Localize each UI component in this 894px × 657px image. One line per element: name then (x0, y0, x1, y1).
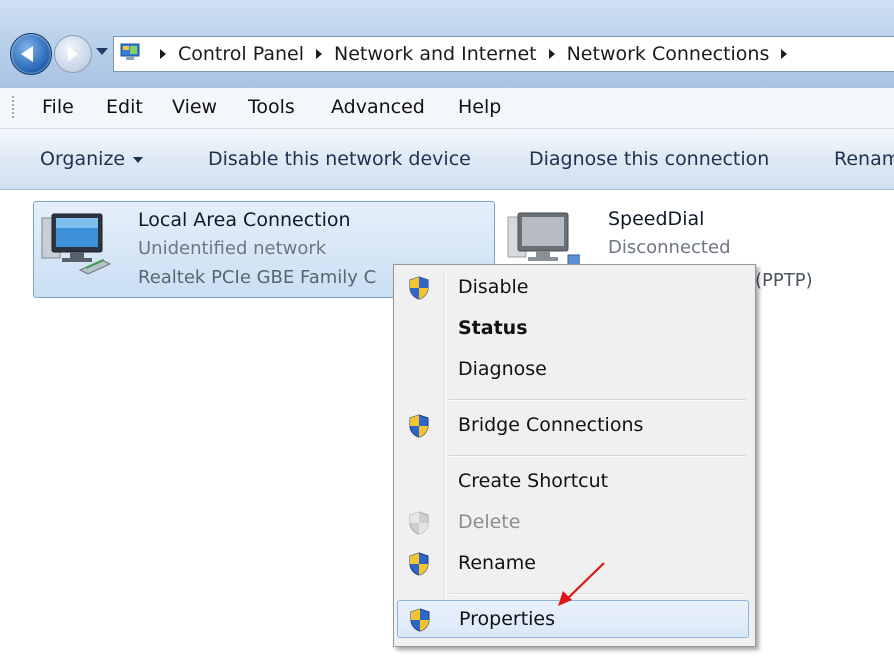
red-arrow-icon (558, 562, 605, 606)
